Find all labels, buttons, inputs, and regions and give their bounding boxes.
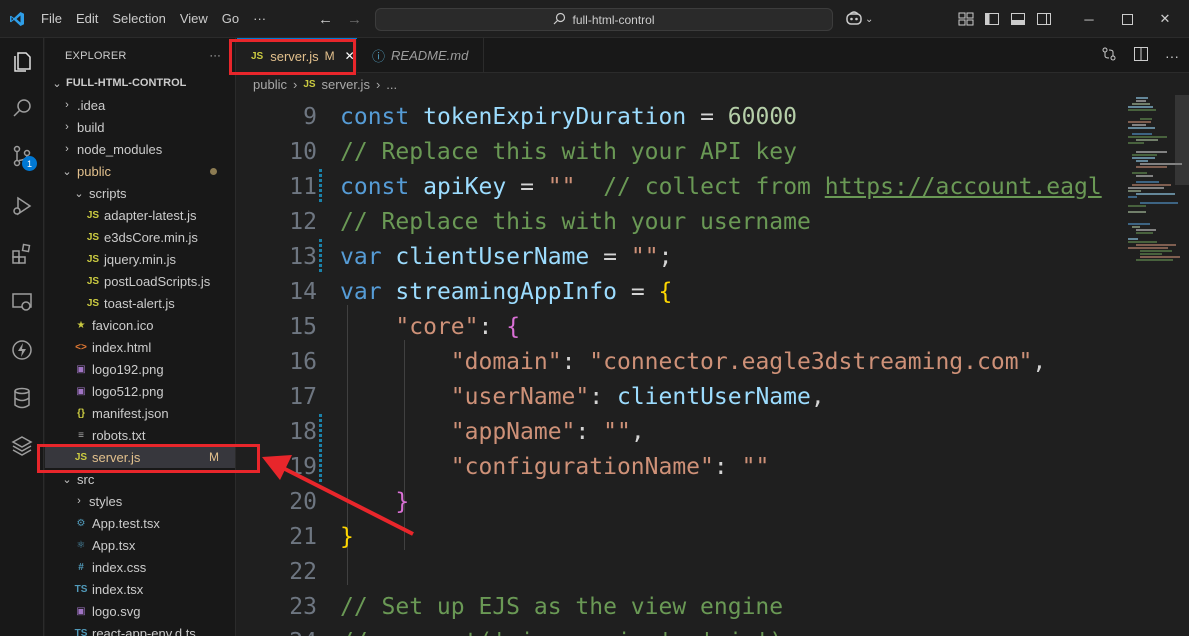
annotation-arrow [262,455,414,536]
